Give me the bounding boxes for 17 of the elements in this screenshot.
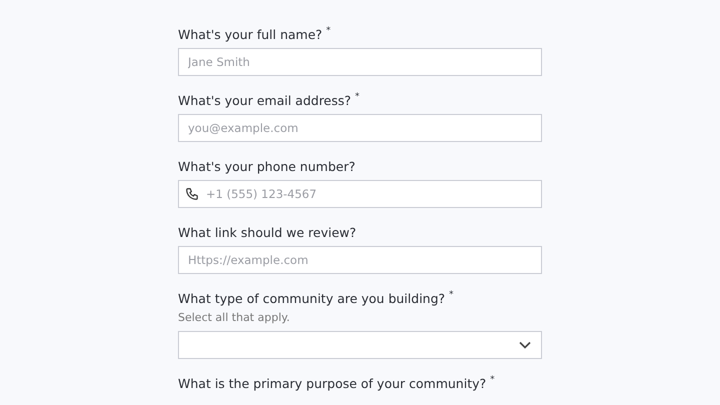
required-mark: * [355,92,360,102]
input-field[interactable]: Https://example.com [178,246,542,274]
question-label: What is the primary purpose of your community? [178,375,486,392]
required-mark: * [449,290,454,300]
question-label: What's your full name? [178,26,322,43]
dropdown[interactable] [178,331,542,359]
required-mark: * [490,375,495,385]
hint-text: Select all that apply. [178,311,291,324]
question-label: What link should we review? [178,224,356,241]
question-label: What's your phone number? [178,158,356,175]
phone-icon [185,187,199,201]
chevron-down-icon [519,341,531,349]
input-field[interactable]: you@example.com [178,114,542,142]
question-label: What's your email address? [178,92,352,109]
question-label: What type of community are you building? [178,290,446,307]
required-mark: * [326,26,331,36]
input-field[interactable]: +1 (555) 123-4567 [178,180,542,208]
